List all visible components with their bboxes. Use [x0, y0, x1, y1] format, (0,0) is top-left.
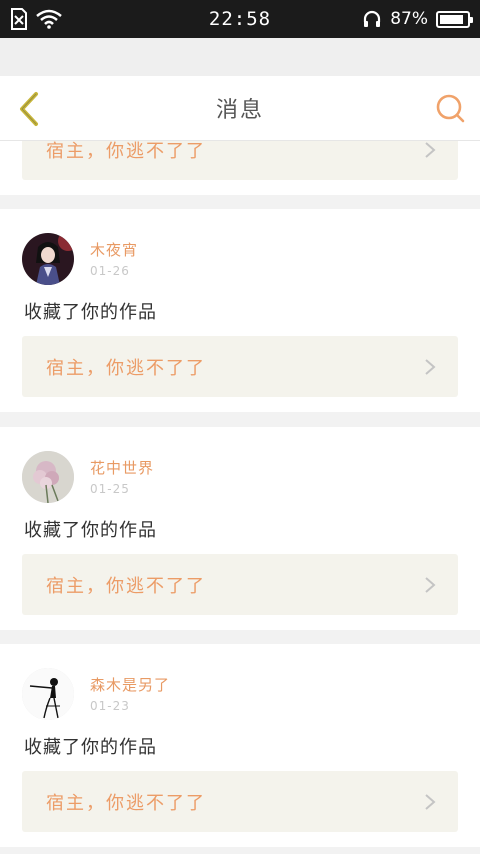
headphones-icon	[364, 10, 381, 27]
user-name[interactable]: 森木是另了	[90, 674, 170, 695]
page-title: 消息	[215, 98, 264, 123]
message-header: 花中世界 01-25	[22, 451, 154, 503]
message-text: 收藏了你的作品	[24, 520, 157, 541]
user-meta: 森木是另了 01-23	[90, 674, 170, 713]
list-item: 森木是另了 01-23 收藏了你的作品 宿主，你逃不了了	[0, 644, 480, 847]
chevron-right-icon	[425, 358, 436, 375]
message-date: 01-25	[90, 482, 130, 496]
dancer-avatar	[22, 668, 74, 720]
flower-avatar	[22, 451, 74, 503]
battery-icon	[436, 10, 473, 28]
message-list[interactable]: 宿主，你逃不了了 木夜宵 01-26 收藏了你的作品 宿主，你逃不了了 花中世界…	[0, 141, 480, 854]
chevron-right-icon	[425, 793, 436, 810]
message-text: 收藏了你的作品	[24, 302, 157, 323]
nav-header: 消息	[0, 76, 480, 141]
top-spacer	[0, 38, 480, 76]
quoted-work-title: 宿主，你逃不了了	[46, 575, 206, 597]
sim-card-icon	[11, 8, 27, 30]
user-name[interactable]: 木夜宵	[90, 239, 138, 260]
battery-fill	[440, 14, 463, 24]
user-meta: 花中世界 01-25	[90, 457, 154, 496]
search-icon[interactable]	[434, 92, 466, 124]
message-header: 森木是另了 01-23	[22, 668, 170, 720]
list-item: 宿主，你逃不了了	[0, 141, 480, 195]
chevron-right-icon	[425, 141, 436, 158]
avatar[interactable]	[22, 451, 74, 503]
wifi-icon	[36, 9, 62, 29]
user-name[interactable]: 花中世界	[90, 457, 154, 478]
chevron-right-icon	[425, 576, 436, 593]
quoted-work-link[interactable]: 宿主，你逃不了了	[22, 554, 458, 615]
quoted-work-link[interactable]: 宿主，你逃不了了	[22, 336, 458, 397]
status-right: 87%	[362, 9, 473, 29]
user-meta: 木夜宵 01-26	[90, 239, 138, 278]
quoted-work-title: 宿主，你逃不了了	[46, 141, 206, 162]
quoted-work-title: 宿主，你逃不了了	[46, 792, 206, 814]
quoted-work-title: 宿主，你逃不了了	[46, 357, 206, 379]
list-item: 花中世界 01-25 收藏了你的作品 宿主，你逃不了了	[0, 427, 480, 630]
list-item: 木夜宵 01-26 收藏了你的作品 宿主，你逃不了了	[0, 209, 480, 412]
message-text: 收藏了你的作品	[24, 737, 157, 758]
status-bar: 22:58 87%	[0, 0, 480, 38]
avatar[interactable]	[22, 233, 74, 285]
chevron-left-icon[interactable]	[14, 90, 44, 128]
quoted-work-link[interactable]: 宿主，你逃不了了	[22, 141, 458, 180]
message-date: 01-23	[90, 699, 130, 713]
message-header: 木夜宵 01-26	[22, 233, 138, 285]
battery-percent: 87%	[390, 9, 428, 29]
quoted-work-link[interactable]: 宿主，你逃不了了	[22, 771, 458, 832]
avatar[interactable]	[22, 668, 74, 720]
message-date: 01-26	[90, 264, 130, 278]
anime-character-avatar	[22, 233, 74, 285]
status-left	[10, 8, 62, 30]
